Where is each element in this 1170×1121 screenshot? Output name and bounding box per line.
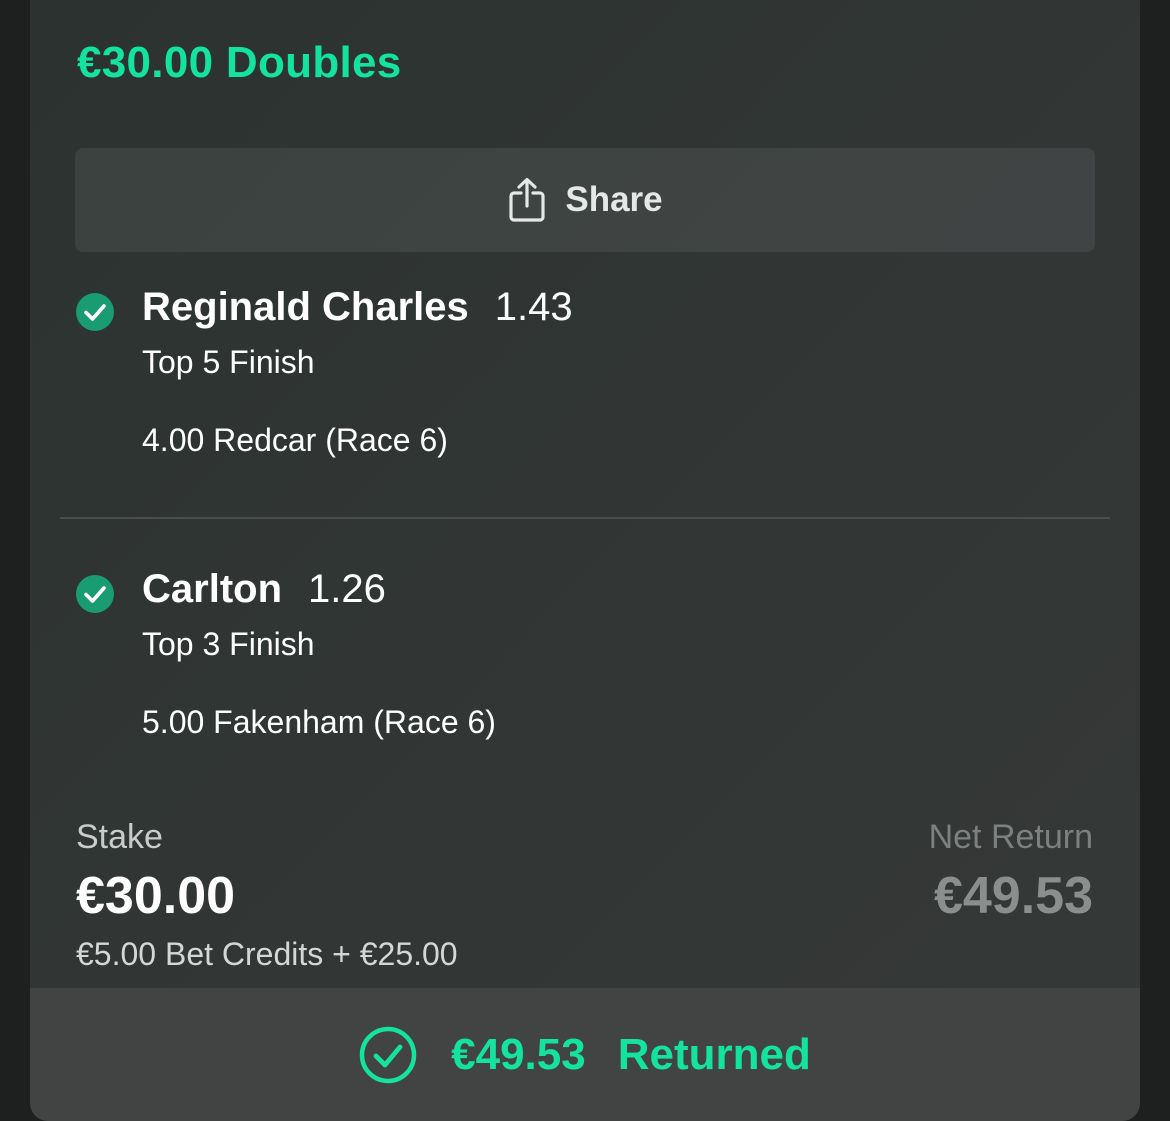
share-icon	[509, 177, 545, 222]
bet-card: €30.00 Doubles Share Reginald Charles 1.4…	[30, 0, 1140, 1121]
returned-status-bar: €49.53 Returned	[30, 988, 1140, 1121]
share-button[interactable]: Share	[75, 148, 1095, 252]
selection-name: Carlton	[142, 567, 282, 611]
selection-odds: 1.26	[308, 567, 386, 611]
net-return-value: €49.53	[933, 867, 1093, 925]
check-circle-icon	[76, 575, 114, 613]
returned-label: Returned	[617, 1029, 811, 1079]
selection-header: Carlton 1.26	[142, 567, 386, 612]
divider	[60, 517, 1110, 519]
net-return-label: Net Return	[928, 818, 1093, 856]
check-circle-outline-icon	[359, 1026, 417, 1083]
stake-value: €30.00	[76, 867, 236, 925]
stake-detail: €5.00 Bet Credits + €25.00	[76, 936, 458, 972]
selection-market: Top 3 Finish	[142, 626, 315, 662]
share-label: Share	[565, 180, 663, 219]
returned-amount: €49.53	[451, 1029, 586, 1079]
selection-name: Reginald Charles	[142, 285, 469, 329]
selection-header: Reginald Charles 1.43	[142, 285, 573, 330]
stake-label: Stake	[76, 818, 163, 856]
selection-market: Top 5 Finish	[142, 344, 315, 380]
check-circle-icon	[76, 293, 114, 331]
bet-title: €30.00 Doubles	[77, 38, 402, 87]
selection-event: 4.00 Redcar (Race 6)	[142, 422, 448, 458]
selection-event: 5.00 Fakenham (Race 6)	[142, 704, 496, 740]
selection-odds: 1.43	[494, 285, 573, 329]
